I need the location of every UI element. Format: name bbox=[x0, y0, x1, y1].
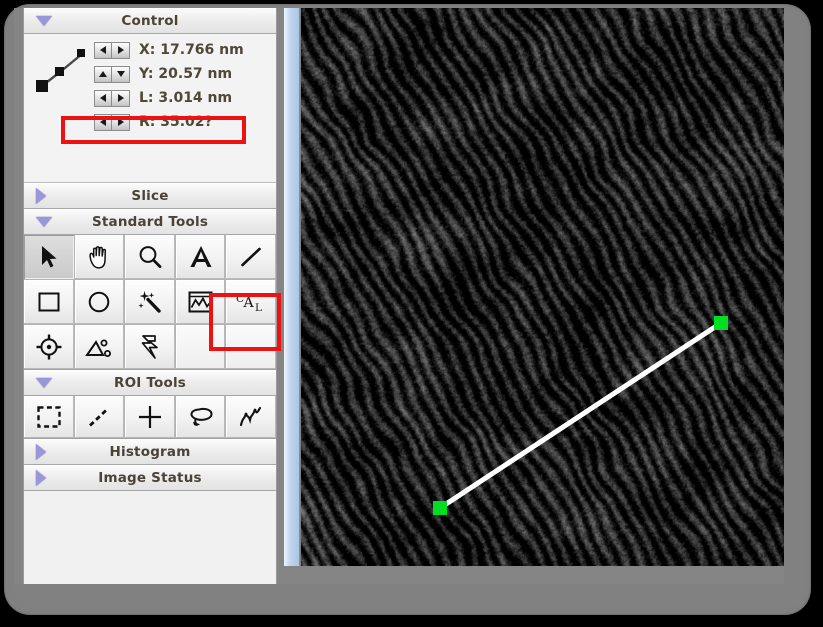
control-row-x[interactable]: X: 17.766 nm bbox=[94, 38, 244, 62]
section-title-control: Control bbox=[121, 13, 179, 29]
tool-empty-slot-2[interactable] bbox=[226, 325, 276, 369]
roi-tool-rectangle[interactable] bbox=[24, 396, 74, 438]
lasso-icon bbox=[190, 407, 213, 426]
arrow-pointer-icon bbox=[41, 246, 57, 268]
svg-text:A: A bbox=[243, 295, 255, 311]
arrow-left-icon bbox=[100, 94, 106, 102]
arrow-right-icon bbox=[117, 118, 124, 126]
hand-pan-icon bbox=[89, 246, 107, 269]
circle-icon bbox=[89, 291, 110, 313]
sidebar-item-slice[interactable]: Slice bbox=[24, 183, 276, 209]
section-title-standard-tools: Standard Tools bbox=[91, 214, 209, 230]
arrow-left-icon bbox=[100, 46, 106, 54]
tool-ellipse[interactable] bbox=[74, 280, 125, 324]
section-title-roi-tools: ROI Tools bbox=[113, 375, 187, 391]
screenshot-root: Image Control bbox=[0, 0, 823, 627]
arrow-up-icon bbox=[99, 71, 107, 77]
target-crosshair-icon bbox=[36, 334, 62, 360]
lightning-bolt-icon bbox=[141, 335, 158, 359]
sidebar-item-control[interactable]: Control bbox=[24, 8, 276, 34]
length-value-label: L: 3.014 nm bbox=[139, 90, 233, 106]
rotation-value-label: R: 35.02? bbox=[139, 114, 213, 130]
standard-tools-grid: C A L bbox=[24, 235, 276, 370]
roi-tool-crosshair[interactable] bbox=[125, 396, 175, 438]
tool-empty-slot-1[interactable] bbox=[175, 325, 226, 369]
tool-line[interactable] bbox=[226, 235, 276, 279]
dashed-line-icon bbox=[89, 407, 110, 427]
dashed-rectangle-icon bbox=[37, 406, 61, 428]
svg-text:L: L bbox=[255, 302, 262, 314]
sidebar-item-image-status[interactable]: Image Status bbox=[24, 465, 276, 491]
length-stepper[interactable] bbox=[94, 89, 130, 107]
sidebar-item-standard-tools[interactable]: Standard Tools bbox=[24, 209, 276, 235]
squiggle-line-icon bbox=[240, 406, 262, 427]
triangle-right-icon[interactable] bbox=[36, 188, 46, 204]
profile-graph-icon bbox=[188, 291, 213, 313]
text-letter-a-icon bbox=[189, 246, 212, 267]
micrograph-canvas[interactable] bbox=[301, 8, 784, 566]
roi-tool-line[interactable] bbox=[74, 396, 125, 438]
stm-micrograph[interactable] bbox=[301, 8, 784, 566]
arrow-left-icon bbox=[100, 118, 106, 126]
control-row-rotation[interactable]: R: 35.02? bbox=[94, 110, 244, 134]
roi-tool-lasso[interactable] bbox=[175, 396, 226, 438]
rotation-stepper-increment[interactable] bbox=[112, 114, 129, 130]
arrow-right-icon bbox=[117, 94, 124, 102]
sidebar-item-histogram[interactable]: Histogram bbox=[24, 439, 276, 465]
section-title-image-status: Image Status bbox=[98, 470, 202, 486]
y-stepper-increment[interactable] bbox=[95, 66, 112, 82]
control-row-length[interactable]: L: 3.014 nm bbox=[94, 86, 244, 110]
roi-tool-squiggle[interactable] bbox=[226, 396, 276, 438]
rotation-stepper[interactable] bbox=[94, 113, 130, 131]
arrow-right-icon bbox=[117, 46, 124, 54]
triangle-down-icon[interactable] bbox=[36, 378, 52, 388]
triangle-right-icon[interactable] bbox=[36, 444, 46, 460]
sidebar-item-roi-tools[interactable]: ROI Tools bbox=[24, 370, 276, 396]
section-title-slice: Slice bbox=[131, 188, 169, 204]
x-stepper-increment[interactable] bbox=[112, 42, 129, 58]
magnifier-icon bbox=[139, 246, 162, 269]
triangle-down-icon[interactable] bbox=[36, 16, 52, 26]
y-stepper[interactable] bbox=[94, 65, 130, 83]
arrow-down-icon bbox=[116, 71, 125, 77]
inspector-panel: Image Control bbox=[23, 8, 277, 584]
magic-wand-icon bbox=[138, 291, 161, 313]
angle-measure-icon bbox=[85, 339, 112, 357]
triangle-down-icon[interactable] bbox=[36, 217, 52, 227]
triangle-right-icon[interactable] bbox=[36, 470, 46, 486]
x-value-label: X: 17.766 nm bbox=[139, 42, 244, 58]
image-view-panel[interactable] bbox=[284, 8, 784, 584]
polyline-measure-icon bbox=[36, 49, 85, 92]
tool-lightning[interactable] bbox=[125, 325, 175, 369]
tool-hand-pan[interactable] bbox=[74, 235, 125, 279]
image-panel-bottom-strip bbox=[284, 566, 784, 584]
control-rows: X: 17.766 nm Y: 20.57 nm L: 3.014 nm R: … bbox=[94, 38, 244, 134]
window-content: Image Control bbox=[14, 8, 784, 584]
control-row-y[interactable]: Y: 20.57 nm bbox=[94, 62, 244, 86]
y-stepper-decrement[interactable] bbox=[112, 66, 129, 82]
tool-cal[interactable]: C A L bbox=[226, 280, 276, 324]
cal-label-icon: C A L bbox=[236, 293, 262, 314]
crosshair-plus-icon bbox=[138, 406, 161, 428]
x-stepper[interactable] bbox=[94, 41, 130, 59]
tool-magic-wand[interactable] bbox=[125, 280, 175, 324]
roi-tools-grid bbox=[24, 396, 276, 439]
tool-angle-measure[interactable] bbox=[74, 325, 125, 369]
control-section-body: X: 17.766 nm Y: 20.57 nm L: 3.014 nm R: … bbox=[24, 34, 276, 183]
tool-magnifier[interactable] bbox=[125, 235, 175, 279]
tool-rectangle[interactable] bbox=[24, 280, 74, 324]
section-title-histogram: Histogram bbox=[109, 444, 191, 460]
tool-text[interactable] bbox=[175, 235, 226, 279]
y-value-label: Y: 20.57 nm bbox=[139, 66, 233, 82]
tool-arrow-pointer[interactable] bbox=[24, 235, 74, 279]
square-icon bbox=[38, 292, 60, 312]
length-stepper-increment[interactable] bbox=[112, 90, 129, 106]
line-draw-icon bbox=[241, 247, 261, 267]
rotation-stepper-decrement[interactable] bbox=[95, 114, 112, 130]
vertical-ruler-strip[interactable] bbox=[284, 8, 300, 584]
tool-crosshair[interactable] bbox=[24, 325, 74, 369]
x-stepper-decrement[interactable] bbox=[95, 42, 112, 58]
length-stepper-decrement[interactable] bbox=[95, 90, 112, 106]
tool-profile-graph[interactable] bbox=[175, 280, 226, 324]
